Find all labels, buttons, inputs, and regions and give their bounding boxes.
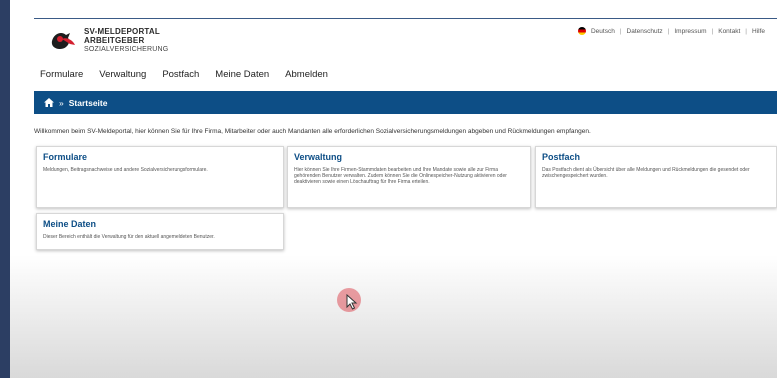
nav-postfach[interactable]: Postfach (162, 69, 199, 80)
card-formulare[interactable]: Formulare Meldungen, Beitragsnachweise u… (36, 146, 284, 208)
language-link[interactable]: Deutsch (591, 28, 615, 35)
privacy-link[interactable]: Datenschutz (627, 28, 663, 35)
header: SV-MELDEPORTAL ARBEITGEBER SOZIALVERSICH… (10, 0, 777, 88)
card-text: Hier können Sie Ihre Firmen-Stammdaten b… (294, 167, 507, 185)
brand-line-1: SV-MELDEPORTAL (84, 27, 160, 36)
contact-link[interactable]: Kontakt (718, 28, 740, 35)
separator: | (711, 27, 714, 35)
card-text: Meldungen, Beitragsnachweise und andere … (43, 167, 208, 173)
brand-text[interactable]: SV-MELDEPORTAL ARBEITGEBER SOZIALVERSICH… (84, 27, 168, 54)
separator: | (745, 27, 747, 35)
card-postfach[interactable]: Postfach Das Postfach dient als Übersich… (535, 146, 777, 208)
imprint-link[interactable]: Impressum (674, 28, 706, 35)
nav-verwaltung[interactable]: Verwaltung (99, 69, 146, 80)
card-meine-daten[interactable]: Meine Daten Dieser Bereich enthält die V… (36, 213, 284, 250)
home-icon[interactable] (44, 98, 54, 107)
card-title: Postfach (542, 152, 581, 162)
help-link[interactable]: Hilfe (752, 28, 765, 35)
breadcrumb-current[interactable]: Startseite (69, 98, 108, 108)
nav-abmelden[interactable]: Abmelden (285, 69, 328, 80)
mouse-pointer-icon (346, 294, 358, 310)
brand-line-2: ARBEITGEBER (84, 36, 145, 45)
nav-meine-daten[interactable]: Meine Daten (215, 69, 269, 80)
german-flag-icon (577, 27, 586, 35)
breadcrumb-separator: » (59, 97, 64, 108)
eagle-logo-icon (51, 33, 75, 49)
card-verwaltung[interactable]: Verwaltung Hier können Sie Ihre Firmen-S… (287, 146, 531, 208)
main-nav: Formulare Verwaltung Postfach Meine Date… (40, 69, 328, 80)
brand-line-3: SOZIALVERSICHERUNG (84, 46, 169, 53)
welcome-text: Willkommen beim SV-Meldeportal, hier kön… (34, 128, 591, 135)
card-text: Dieser Bereich enthält die Verwaltung fü… (43, 234, 215, 240)
card-title: Verwaltung (294, 152, 343, 162)
separator: | (667, 27, 670, 35)
card-title: Meine Daten (43, 219, 97, 229)
browser-frame: SV-MELDEPORTAL ARBEITGEBER SOZIALVERSICH… (10, 0, 777, 378)
breadcrumb: » Startseite (34, 91, 777, 114)
utility-links: Deutsch | Datenschutz | Impressum | Kont… (577, 27, 765, 35)
separator: | (619, 27, 622, 35)
nav-formulare[interactable]: Formulare (40, 69, 83, 80)
page-background-fade (10, 255, 777, 378)
card-title: Formulare (43, 152, 88, 162)
card-text: Das Postfach dient als Übersicht über al… (542, 167, 750, 179)
